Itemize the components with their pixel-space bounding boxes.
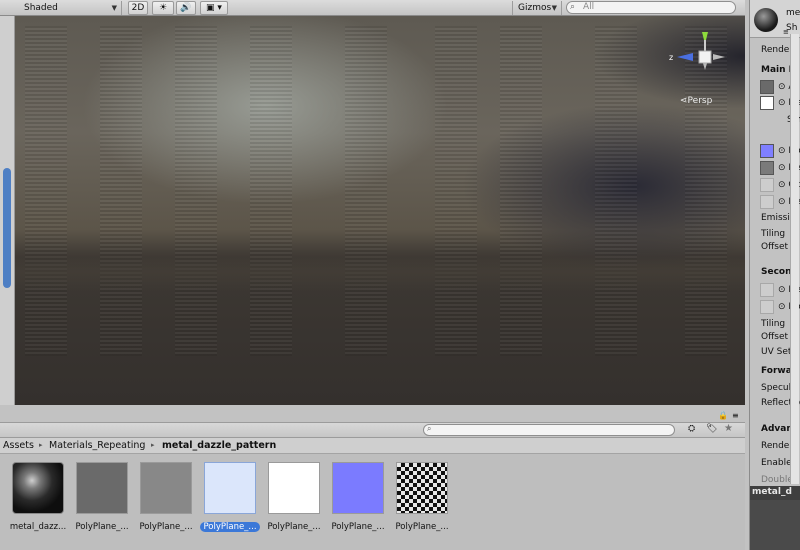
sun-icon: ☀ bbox=[158, 3, 168, 13]
asset-grid: metal_dazz... PolyPlane_... PolyPlane_..… bbox=[0, 454, 745, 550]
metallic-texture-slot[interactable] bbox=[760, 96, 774, 110]
asset-preview-bar: metal_d bbox=[750, 486, 800, 500]
inspector-panel: me Sh Renderi Main M ⊙ Al ⊙ Me Sm ⊙ No ⊙… bbox=[749, 0, 800, 550]
horizon-haze bbox=[15, 252, 745, 292]
breadcrumb-item[interactable]: Assets bbox=[3, 440, 34, 451]
asset-label: PolyPlane_... bbox=[331, 522, 385, 532]
asset-preview-area bbox=[750, 500, 800, 550]
z-axis-arrow[interactable] bbox=[677, 53, 693, 61]
filter-by-label-icon[interactable]: 🏷 bbox=[706, 424, 717, 434]
pattern-stripe bbox=[175, 26, 217, 356]
texture-thumbnail bbox=[76, 462, 128, 514]
lock-icon[interactable]: 🔒 bbox=[718, 411, 728, 420]
scene-search-input[interactable]: ⌕ All bbox=[566, 1, 736, 14]
scrollbar-thumb[interactable] bbox=[3, 168, 11, 288]
asset-item[interactable]: PolyPlane_... bbox=[392, 462, 452, 538]
material-name: me bbox=[786, 8, 800, 18]
asset-item[interactable]: PolyPlane_... bbox=[264, 462, 324, 538]
breadcrumb: Assets ▸ Materials_Repeating ▸ metal_daz… bbox=[0, 438, 745, 454]
asset-item[interactable]: metal_dazz... bbox=[8, 462, 68, 538]
asset-item[interactable]: PolyPlane_... bbox=[72, 462, 132, 538]
scene-lighting-button[interactable]: ☀ bbox=[152, 1, 174, 15]
scene-toolbar: Shaded ▼ 2D ☀ 🔊 ▣ ▾ Gizmos ▼ ⌕ All bbox=[0, 0, 745, 16]
occlusion-slot[interactable] bbox=[760, 178, 774, 192]
filter-by-type-icon[interactable]: ⛭ bbox=[688, 424, 695, 434]
normal-map-slot[interactable] bbox=[760, 144, 774, 158]
detail-mask-slot[interactable] bbox=[760, 195, 774, 209]
texture-thumbnail bbox=[140, 462, 192, 514]
panel-menu-icon[interactable]: ≡ bbox=[732, 411, 739, 420]
chevron-right-icon: ▸ bbox=[151, 441, 155, 449]
chevron-right-icon: ▸ bbox=[39, 441, 43, 449]
double-sided-label: Double bbox=[761, 475, 793, 485]
shading-mode-dropdown[interactable]: Shaded ▼ bbox=[0, 1, 122, 15]
material-sphere-thumbnail bbox=[12, 462, 64, 514]
gizmos-label: Gizmos bbox=[518, 3, 552, 13]
detail-albedo-slot[interactable] bbox=[760, 283, 774, 297]
asset-label: PolyPlane_... bbox=[395, 522, 449, 532]
pattern-stripe bbox=[595, 26, 637, 356]
pattern-stripe bbox=[25, 26, 67, 356]
asset-label: PolyPlane_... bbox=[75, 522, 129, 532]
asset-label: PolyPlane_... bbox=[139, 522, 193, 532]
scene-audio-button[interactable]: 🔊 bbox=[176, 1, 196, 15]
inspector-scrollbar[interactable] bbox=[790, 34, 799, 484]
texture-thumbnail bbox=[268, 462, 320, 514]
asset-item[interactable]: PolyPlane_... bbox=[136, 462, 196, 538]
2d-toggle-button[interactable]: 2D bbox=[128, 1, 148, 15]
scene-viewport[interactable] bbox=[15, 16, 745, 405]
asset-label: PolyPlane_... bbox=[200, 522, 260, 532]
detail-normal-slot[interactable] bbox=[760, 300, 774, 314]
material-preview-icon bbox=[754, 8, 778, 32]
tiling-label: Tiling bbox=[761, 229, 786, 239]
render-queue-label: Render bbox=[761, 441, 794, 451]
scene-effects-button[interactable]: ▣ ▾ bbox=[200, 1, 228, 15]
2d-label: 2D bbox=[131, 3, 145, 13]
offset2-label: Offset bbox=[761, 332, 789, 342]
gizmo-center-cube[interactable] bbox=[698, 50, 712, 64]
preview-asset-name: metal_d bbox=[752, 487, 792, 497]
uv-set-label: UV Set bbox=[761, 347, 792, 357]
breadcrumb-item[interactable]: Materials_Repeating bbox=[49, 440, 145, 451]
chevron-down-icon: ▼ bbox=[111, 4, 117, 12]
search-placeholder: All bbox=[583, 2, 595, 12]
albedo-texture-slot[interactable] bbox=[760, 80, 774, 94]
asset-item[interactable]: PolyPlane_... bbox=[328, 462, 388, 538]
project-search-input[interactable]: ⌕ bbox=[423, 424, 675, 436]
favorite-star-icon[interactable]: ★ bbox=[724, 423, 733, 434]
gizmos-dropdown[interactable]: Gizmos ▼ bbox=[512, 1, 562, 15]
checker-texture-thumbnail bbox=[396, 462, 448, 514]
panel-divider: 🔒 ≡ bbox=[0, 405, 745, 422]
scene-orientation-gizmo[interactable]: z bbox=[665, 30, 745, 90]
projection-toggle[interactable]: ⋖Persp bbox=[680, 96, 712, 106]
projection-label: Persp bbox=[687, 96, 713, 106]
image-icon: ▣ ▾ bbox=[206, 3, 222, 13]
pattern-stripe bbox=[435, 26, 477, 356]
inspector-header: me Sh bbox=[750, 0, 800, 38]
tiling2-label: Tiling bbox=[761, 319, 786, 329]
texture-thumbnail bbox=[204, 462, 256, 514]
search-icon: ⌕ bbox=[570, 2, 576, 12]
pattern-stripe bbox=[345, 26, 387, 356]
search-icon: ⌕ bbox=[427, 424, 432, 433]
pattern-stripe bbox=[100, 26, 142, 356]
inspector-lock-icon[interactable]: ≡ bbox=[783, 28, 789, 36]
asset-label: metal_dazz... bbox=[9, 522, 67, 532]
height-map-slot[interactable] bbox=[760, 161, 774, 175]
chevron-down-icon: ▼ bbox=[551, 4, 557, 12]
speaker-icon: 🔊 bbox=[180, 3, 192, 13]
breadcrumb-current[interactable]: metal_dazzle_pattern bbox=[162, 440, 276, 451]
asset-label: PolyPlane_... bbox=[267, 522, 321, 532]
shading-mode-label: Shaded bbox=[24, 3, 58, 13]
pattern-stripe bbox=[500, 26, 542, 356]
asset-item-selected[interactable]: PolyPlane_... bbox=[200, 462, 260, 538]
z-axis-label: z bbox=[669, 53, 673, 62]
texture-thumbnail bbox=[332, 462, 384, 514]
perspective-icon: ⋖ bbox=[680, 96, 688, 106]
offset-label: Offset bbox=[761, 242, 789, 252]
pattern-stripe bbox=[250, 26, 292, 356]
advanced-options-header: Advan bbox=[761, 424, 793, 434]
